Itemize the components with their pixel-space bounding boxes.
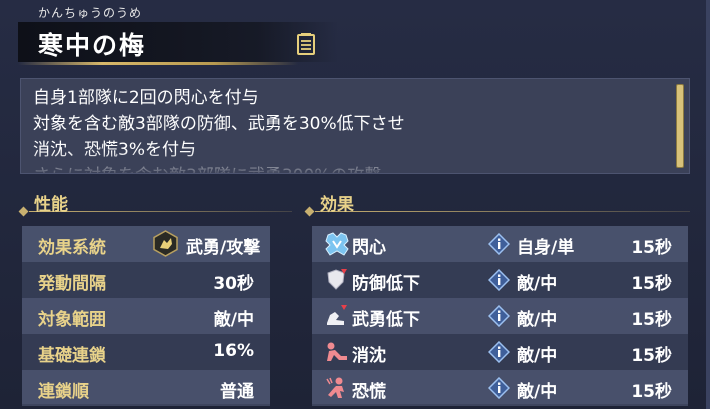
diamond-icon (18, 206, 29, 217)
info-icon[interactable] (488, 305, 510, 327)
defense-down-icon (327, 269, 347, 290)
performance-value: 16% (213, 341, 254, 361)
effect-duration: 15秒 (631, 346, 672, 366)
skill-title-ruby: かんちゅうのうめ (38, 6, 143, 20)
divider (29, 211, 292, 212)
effect-row: 防御低下 敵/中 15秒 (312, 262, 688, 298)
info-icon[interactable] (488, 341, 510, 363)
effect-row: 武勇低下 敵/中 15秒 (312, 298, 688, 334)
effect-target: 敵/中 (517, 346, 558, 366)
effect-name: 閃心 (352, 238, 386, 258)
info-icon[interactable] (488, 233, 510, 255)
performance-row: 効果系統 武勇/攻撃 (22, 226, 270, 262)
effect-target: 敵/中 (517, 274, 558, 294)
performance-value: 武勇/攻撃 (186, 238, 261, 258)
divider (315, 211, 690, 212)
effect-name: 防御低下 (352, 274, 420, 294)
performance-label: 基礎連鎖 (38, 346, 106, 366)
description-line: 対象を含む敵3部隊の防御、武勇を30%低下させ (33, 114, 405, 134)
effect-row: 恐慌 敵/中 15秒 (312, 370, 688, 406)
panic-icon (326, 377, 344, 398)
performance-row: 連鎖順 普通 (22, 370, 270, 406)
performance-label: 対象範囲 (38, 310, 106, 330)
effect-duration: 15秒 (631, 274, 672, 294)
effect-target: 自身/単 (517, 238, 575, 258)
performance-row: 対象範囲 敵/中 (22, 298, 270, 334)
bravery-attack-icon (153, 230, 178, 257)
effect-row: 閃心 自身/単 15秒 (312, 226, 688, 262)
effect-target: 敵/中 (517, 310, 558, 330)
effect-row: 消沈 敵/中 15秒 (312, 334, 688, 370)
description-scrollbar[interactable] (676, 84, 684, 168)
performance-row: 発動間隔 30秒 (22, 262, 270, 298)
performance-label: 連鎖順 (38, 382, 89, 402)
performance-value: 敵/中 (213, 310, 254, 330)
description-line: 自身1部隊に2回の閃心を付与 (33, 88, 259, 108)
effects-table: 閃心 自身/単 15秒 防御低下 敵/中 15秒 武勇低下 敵/中 15秒 消沈… (312, 226, 688, 406)
effect-duration: 15秒 (631, 310, 672, 330)
effect-name: 武勇低下 (352, 310, 420, 330)
info-icon[interactable] (488, 269, 510, 291)
effects-section-header: 効果 (304, 192, 690, 218)
bravery-down-icon (327, 305, 347, 325)
diamond-icon (304, 206, 315, 217)
book-icon[interactable] (296, 33, 316, 55)
performance-label: 発動間隔 (38, 274, 106, 294)
skill-title: 寒中の梅 (38, 31, 147, 60)
effect-duration: 15秒 (631, 238, 672, 258)
depressed-icon (327, 342, 347, 361)
skill-description: 自身1部隊に2回の閃心を付与 対象を含む敵3部隊の防御、武勇を30%低下させ 消… (20, 78, 690, 174)
performance-header-label: 性能 (34, 195, 68, 215)
performance-label: 効果系統 (38, 238, 106, 258)
effect-target: 敵/中 (517, 382, 558, 402)
effect-name: 消沈 (352, 346, 386, 366)
effect-name: 恐慌 (352, 382, 386, 402)
performance-row: 基礎連鎖 16% (22, 334, 270, 370)
description-fade (21, 151, 689, 173)
performance-section-header: 性能 (18, 192, 292, 218)
performance-table: 効果系統 武勇/攻撃 発動間隔 30秒 対象範囲 敵/中 基礎連鎖 16% 連鎖… (22, 226, 270, 406)
flash-heart-icon (325, 232, 349, 256)
info-icon[interactable] (488, 377, 510, 399)
effect-duration: 15秒 (631, 382, 672, 402)
effects-header-label: 効果 (320, 195, 354, 215)
skill-detail-panel: かんちゅうのうめ 寒中の梅 自身1部隊に2回の閃心を付与 対象を含む敵3部隊の防… (0, 0, 710, 409)
performance-value: 30秒 (213, 274, 254, 294)
performance-value: 普通 (220, 382, 254, 402)
